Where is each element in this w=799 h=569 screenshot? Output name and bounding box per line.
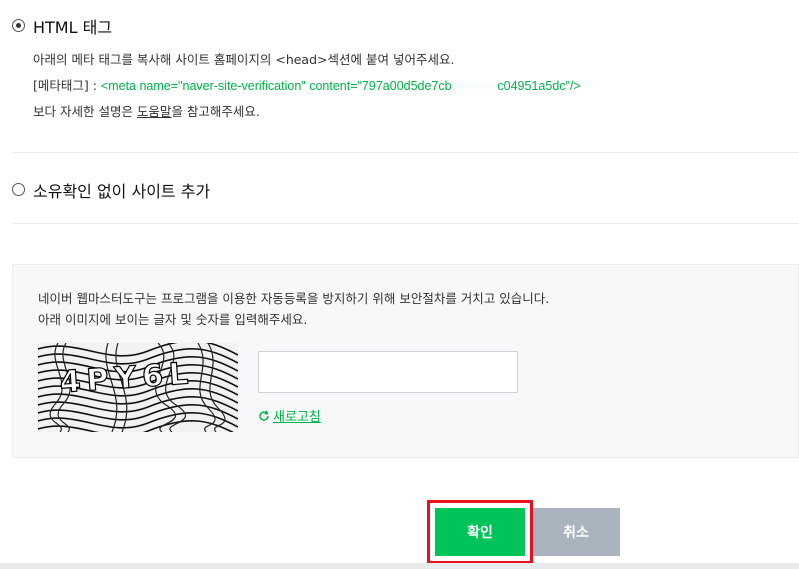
no-verify-radio[interactable] xyxy=(12,183,25,196)
captcha-refresh-link[interactable]: 새로고침 xyxy=(258,406,321,425)
help-line: 보다 자세한 설명은 도움말을 참고해주세요. xyxy=(33,101,260,120)
meta-tag-prefix: [메타태그] : xyxy=(33,78,101,93)
meta-instruction: 아래의 메타 태그를 복사해 사이트 홈페이지의 <head>섹션에 붙여 넣어… xyxy=(33,52,455,67)
divider-2 xyxy=(12,223,799,224)
meta-tag-code-blur: ··········· xyxy=(451,79,498,93)
divider-1 xyxy=(12,152,799,153)
bottom-bar xyxy=(0,563,799,569)
refresh-label[interactable]: 새로고침 xyxy=(273,406,321,425)
help-prefix: 보다 자세한 설명은 xyxy=(33,104,137,119)
refresh-icon xyxy=(259,410,269,421)
captcha-notice-2: 아래 이미지에 보이는 글자 및 숫자를 입력해주세요. xyxy=(38,312,308,327)
captcha-image: 4PY6L xyxy=(38,343,238,432)
captcha-input[interactable] xyxy=(258,351,518,393)
html-tag-radio[interactable] xyxy=(12,19,25,32)
meta-tag-code[interactable]: <meta name="naver-site-verification" con… xyxy=(101,79,452,93)
no-verify-label[interactable]: 소유확인 없이 사이트 추가 xyxy=(33,178,210,202)
html-tag-label[interactable]: HTML 태그 xyxy=(33,14,112,38)
captcha-notice-1: 네이버 웹마스터도구는 프로그램을 이용한 자동등록을 방지하기 위해 보안절차… xyxy=(38,291,550,306)
confirm-highlight-box xyxy=(427,500,533,564)
help-link[interactable]: 도움말 xyxy=(137,104,172,119)
help-suffix: 을 참고해주세요. xyxy=(171,104,260,119)
meta-tag-code-end: c04951a5dc"/> xyxy=(497,79,581,93)
meta-tag-line: [메타태그] : <meta name="naver-site-verifica… xyxy=(33,75,581,94)
cancel-button[interactable]: 취소 xyxy=(532,508,620,556)
